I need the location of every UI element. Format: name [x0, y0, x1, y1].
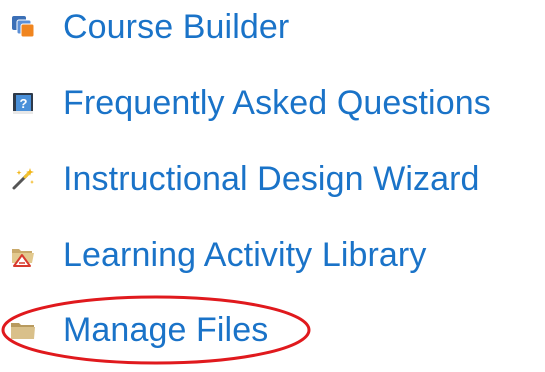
menu-item-label: Instructional Design Wizard: [63, 160, 480, 198]
menu-item-label: Learning Activity Library: [63, 236, 427, 274]
faq-book-icon: ?: [10, 90, 36, 116]
course-builder-icon: [10, 14, 36, 40]
menu-item-label: Course Builder: [63, 8, 290, 46]
menu-item-instructional-design-wizard[interactable]: Instructional Design Wizard: [0, 155, 545, 203]
tools-menu: Course Builder ? Frequently Asked Questi…: [0, 0, 545, 352]
menu-item-label: Frequently Asked Questions: [63, 84, 491, 122]
folder-icon: [10, 317, 36, 343]
magic-wand-icon: [10, 166, 36, 192]
svg-text:?: ?: [20, 96, 28, 111]
menu-item-course-builder[interactable]: Course Builder: [0, 3, 545, 51]
menu-item-learning-activity-library[interactable]: Learning Activity Library: [0, 231, 545, 279]
menu-item-label: Manage Files: [63, 311, 269, 349]
menu-item-faq[interactable]: ? Frequently Asked Questions: [0, 79, 545, 127]
activity-library-icon: [10, 242, 36, 268]
menu-item-manage-files[interactable]: Manage Files: [0, 306, 545, 354]
